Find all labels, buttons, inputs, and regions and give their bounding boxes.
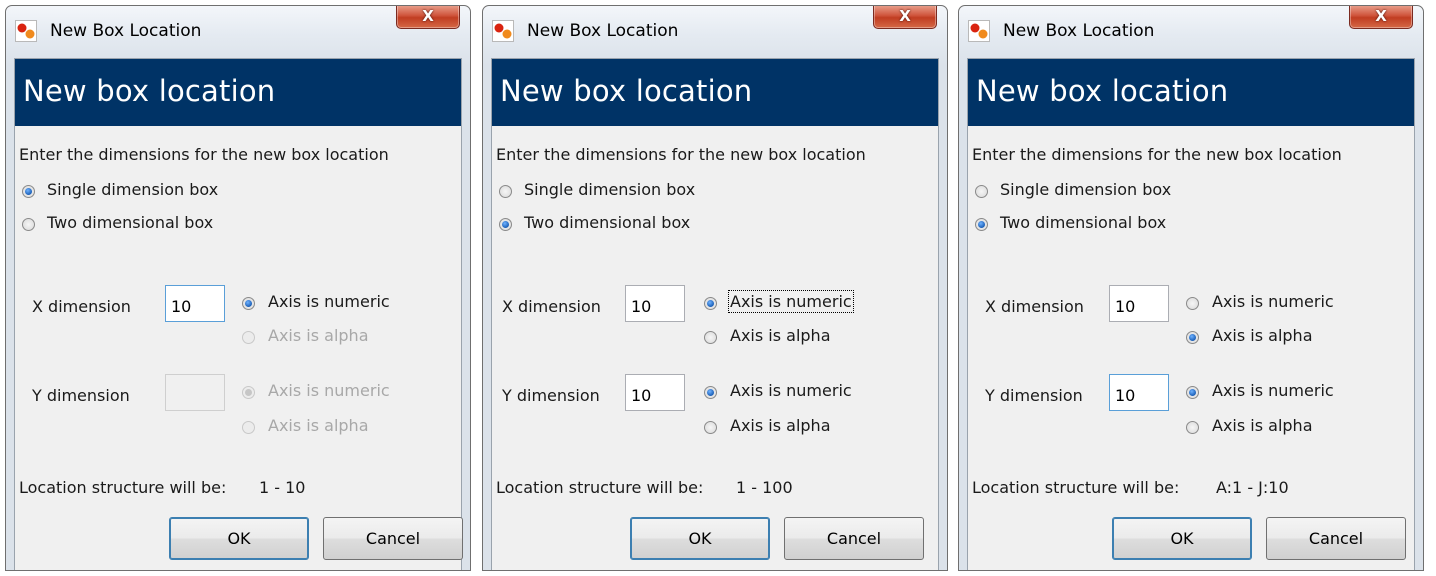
structure-label: Location structure will be:: [972, 478, 1180, 497]
window-title: New Box Location: [1003, 21, 1155, 41]
x-axis-alpha-label[interactable]: Axis is alpha: [1212, 326, 1313, 345]
dialog-body: New box location Enter the dimensions fo…: [491, 58, 939, 570]
x-axis-alpha-label[interactable]: Axis is alpha: [730, 326, 831, 345]
structure-value: 1 - 10: [259, 478, 306, 497]
x-axis-alpha-label[interactable]: Axis is alpha: [268, 326, 369, 345]
cancel-button[interactable]: Cancel: [323, 517, 463, 560]
structure-value: 1 - 100: [736, 478, 793, 497]
two-dimensional-radio[interactable]: [22, 218, 35, 231]
y-dimension-input[interactable]: [625, 374, 685, 411]
y-axis-alpha-radio[interactable]: [242, 421, 255, 434]
x-dimension-label: X dimension: [32, 297, 131, 316]
single-dimension-radio[interactable]: [22, 185, 35, 198]
x-dimension-input[interactable]: [1109, 285, 1169, 322]
structure-value: A:1 - J:10: [1216, 478, 1289, 497]
y-dimension-label: Y dimension: [502, 386, 600, 405]
y-axis-numeric-radio[interactable]: [1186, 386, 1199, 399]
dialog-body: New box location Enter the dimensions fo…: [14, 58, 463, 570]
single-dimension-label[interactable]: Single dimension box: [1000, 180, 1171, 199]
dialog-body: New box location Enter the dimensions fo…: [967, 58, 1415, 570]
header-banner: New box location: [968, 59, 1414, 126]
dialog-1: New Box Location X New box location Ente…: [5, 5, 471, 571]
x-dimension-input[interactable]: [625, 285, 685, 322]
window-title: New Box Location: [527, 21, 679, 41]
ok-button[interactable]: OK: [630, 517, 770, 560]
app-logo-icon: [968, 20, 990, 42]
x-dimension-label: X dimension: [985, 297, 1084, 316]
close-button[interactable]: X: [396, 6, 460, 29]
y-axis-numeric-radio[interactable]: [704, 386, 717, 399]
y-axis-alpha-label[interactable]: Axis is alpha: [730, 416, 831, 435]
y-axis-numeric-radio[interactable]: [242, 386, 255, 399]
banner-title: New box location: [976, 74, 1229, 108]
y-axis-numeric-label[interactable]: Axis is numeric: [268, 381, 390, 400]
y-dimension-label: Y dimension: [32, 386, 130, 405]
single-dimension-radio[interactable]: [975, 185, 988, 198]
y-axis-alpha-label[interactable]: Axis is alpha: [1212, 416, 1313, 435]
two-dimensional-label[interactable]: Two dimensional box: [1000, 213, 1166, 232]
title-bar[interactable]: New Box Location X: [483, 6, 947, 58]
two-dimensional-label[interactable]: Two dimensional box: [47, 213, 213, 232]
structure-label: Location structure will be:: [496, 478, 704, 497]
y-dimension-label: Y dimension: [985, 386, 1083, 405]
two-dimensional-radio[interactable]: [499, 218, 512, 231]
dialog-2: New Box Location X New box location Ente…: [482, 5, 948, 571]
title-bar[interactable]: New Box Location X: [6, 6, 470, 58]
header-banner: New box location: [492, 59, 938, 126]
two-dimensional-label[interactable]: Two dimensional box: [524, 213, 690, 232]
y-dimension-input[interactable]: [165, 374, 225, 411]
window-title: New Box Location: [50, 21, 202, 41]
x-axis-alpha-radio[interactable]: [242, 331, 255, 344]
close-icon: X: [1375, 7, 1387, 25]
app-logo-icon: [492, 20, 514, 42]
instruction-text: Enter the dimensions for the new box loc…: [496, 145, 866, 164]
dialog-3: New Box Location X New box location Ente…: [958, 5, 1424, 571]
instruction-text: Enter the dimensions for the new box loc…: [19, 145, 389, 164]
x-axis-numeric-label[interactable]: Axis is numeric: [728, 290, 854, 313]
x-axis-numeric-label[interactable]: Axis is numeric: [268, 292, 390, 311]
ok-button[interactable]: OK: [169, 517, 309, 560]
banner-title: New box location: [500, 74, 753, 108]
x-axis-alpha-radio[interactable]: [704, 331, 717, 344]
cancel-button[interactable]: Cancel: [784, 517, 924, 560]
x-dimension-label: X dimension: [502, 297, 601, 316]
x-axis-numeric-radio[interactable]: [1186, 297, 1199, 310]
y-dimension-input[interactable]: [1109, 374, 1169, 411]
close-icon: X: [899, 7, 911, 25]
two-dimensional-radio[interactable]: [975, 218, 988, 231]
ok-button[interactable]: OK: [1112, 517, 1252, 560]
cancel-button[interactable]: Cancel: [1266, 517, 1406, 560]
single-dimension-label[interactable]: Single dimension box: [524, 180, 695, 199]
header-banner: New box location: [15, 59, 461, 126]
y-axis-alpha-label[interactable]: Axis is alpha: [268, 416, 369, 435]
close-button[interactable]: X: [873, 6, 937, 29]
y-axis-numeric-label[interactable]: Axis is numeric: [730, 381, 852, 400]
app-logo-icon: [15, 20, 37, 42]
x-axis-numeric-radio[interactable]: [704, 297, 717, 310]
title-bar[interactable]: New Box Location X: [959, 6, 1423, 58]
y-axis-alpha-radio[interactable]: [1186, 421, 1199, 434]
x-dimension-input[interactable]: [165, 285, 225, 322]
close-button[interactable]: X: [1349, 6, 1413, 29]
x-axis-numeric-label[interactable]: Axis is numeric: [1212, 292, 1334, 311]
single-dimension-radio[interactable]: [499, 185, 512, 198]
x-axis-alpha-radio[interactable]: [1186, 331, 1199, 344]
y-axis-alpha-radio[interactable]: [704, 421, 717, 434]
x-axis-numeric-radio[interactable]: [242, 297, 255, 310]
banner-title: New box location: [23, 74, 276, 108]
single-dimension-label[interactable]: Single dimension box: [47, 180, 218, 199]
instruction-text: Enter the dimensions for the new box loc…: [972, 145, 1342, 164]
close-icon: X: [422, 7, 434, 25]
y-axis-numeric-label[interactable]: Axis is numeric: [1212, 381, 1334, 400]
structure-label: Location structure will be:: [19, 478, 227, 497]
